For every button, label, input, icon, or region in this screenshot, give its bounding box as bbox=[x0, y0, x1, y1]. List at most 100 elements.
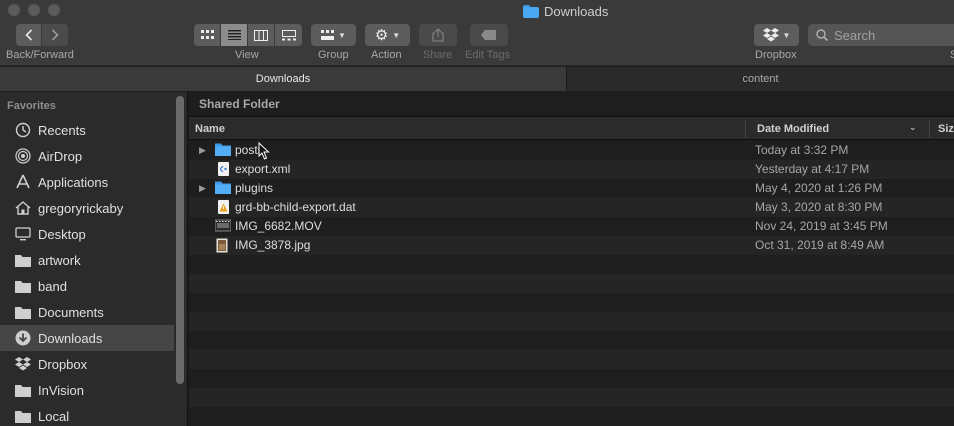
sidebar-item-band[interactable]: band bbox=[0, 273, 174, 299]
group-grid-icon bbox=[321, 30, 335, 40]
view-icon-button[interactable] bbox=[194, 24, 221, 46]
sidebar-scrollbar[interactable] bbox=[176, 96, 184, 384]
gallery-icon bbox=[281, 29, 296, 40]
file-row-export-xml[interactable]: export.xml Yesterday at 4:17 PM bbox=[189, 160, 954, 179]
tab-bar: Downloads content bbox=[0, 67, 954, 91]
columns-icon bbox=[254, 29, 268, 41]
file-list-pane: Shared Folder Name Date Modified ⌄ Siz ▶… bbox=[189, 92, 954, 426]
column-size-header[interactable]: Siz bbox=[938, 123, 954, 135]
home-icon bbox=[14, 199, 32, 217]
empty-row bbox=[189, 388, 954, 407]
sidebar-item-label: AirDrop bbox=[38, 148, 83, 164]
gear-icon: ⚙ bbox=[374, 27, 389, 44]
file-date: May 3, 2020 at 8:30 PM bbox=[755, 200, 883, 214]
view-list-button[interactable] bbox=[221, 24, 248, 46]
column-date-header[interactable]: Date Modified bbox=[757, 123, 829, 135]
close-window-button[interactable] bbox=[8, 4, 20, 16]
search-input[interactable]: Search bbox=[808, 24, 954, 46]
sidebar-item-recents[interactable]: Recents bbox=[0, 117, 174, 143]
zoom-window-button[interactable] bbox=[48, 4, 60, 16]
sort-chevron-down-icon[interactable]: ⌄ bbox=[909, 122, 917, 133]
back-button[interactable] bbox=[16, 24, 42, 46]
tag-icon bbox=[481, 30, 496, 40]
file-date: Nov 24, 2019 at 3:45 PM bbox=[755, 219, 888, 233]
forward-button[interactable] bbox=[42, 24, 68, 46]
disclosure-triangle-icon[interactable]: ▶ bbox=[199, 145, 206, 156]
chevron-down-icon: ▼ bbox=[338, 30, 346, 40]
sidebar-item-label: band bbox=[38, 278, 67, 294]
sidebar-item-artwork[interactable]: artwork bbox=[0, 247, 174, 273]
group-button[interactable]: ▼ bbox=[311, 24, 356, 46]
view-gallery-button[interactable] bbox=[275, 24, 302, 46]
file-row-posts[interactable]: ▶ posts Today at 3:32 PM bbox=[189, 141, 954, 160]
tab-content[interactable]: content bbox=[567, 67, 954, 91]
sidebar-item-label: Local bbox=[38, 408, 70, 424]
file-date: May 4, 2020 at 1:26 PM bbox=[755, 181, 883, 195]
file-date: Oct 31, 2019 at 8:49 AM bbox=[755, 238, 885, 252]
sidebar-item-label: Recents bbox=[38, 122, 86, 138]
folder-icon bbox=[14, 277, 32, 295]
edit-tags-label: Edit Tags bbox=[465, 49, 511, 61]
grid-icon bbox=[200, 30, 214, 39]
column-name-header[interactable]: Name bbox=[195, 123, 225, 135]
sidebar-item-label: Dropbox bbox=[38, 356, 88, 372]
file-row-dat[interactable]: grd-bb-child-export.dat May 3, 2020 at 8… bbox=[189, 198, 954, 217]
column-header: Name Date Modified ⌄ Siz bbox=[189, 116, 954, 140]
empty-row bbox=[189, 407, 954, 426]
search-icon bbox=[816, 29, 828, 41]
column-divider[interactable] bbox=[929, 120, 930, 138]
movie-file-icon bbox=[214, 219, 232, 234]
sidebar-item-desktop[interactable]: Desktop bbox=[0, 221, 174, 247]
file-date: Yesterday at 4:17 PM bbox=[755, 162, 870, 176]
file-name: IMG_3878.jpg bbox=[235, 238, 311, 252]
folder-icon bbox=[215, 181, 231, 196]
share-button[interactable] bbox=[419, 24, 457, 46]
folder-icon bbox=[14, 303, 32, 321]
view-columns-button[interactable] bbox=[248, 24, 275, 46]
column-divider[interactable] bbox=[745, 120, 746, 138]
share-label: Share bbox=[423, 49, 453, 61]
sidebar: Favorites Recents AirDrop Applications g… bbox=[0, 92, 188, 426]
image-thumbnail-icon bbox=[215, 238, 231, 253]
view-control bbox=[194, 24, 302, 46]
dropbox-button[interactable]: ▼ bbox=[754, 24, 799, 46]
dropbox-icon bbox=[14, 355, 32, 373]
sidebar-item-documents[interactable]: Documents bbox=[0, 299, 174, 325]
file-row-jpg[interactable]: IMG_3878.jpg Oct 31, 2019 at 8:49 AM bbox=[189, 236, 954, 255]
mouse-cursor-icon bbox=[258, 142, 270, 160]
chevron-down-icon: ▼ bbox=[392, 30, 401, 40]
empty-row bbox=[189, 350, 954, 369]
chevron-down-icon: ▼ bbox=[782, 30, 791, 40]
sidebar-item-home[interactable]: gregoryrickaby bbox=[0, 195, 174, 221]
edit-tags-button[interactable] bbox=[470, 24, 508, 46]
folder-icon bbox=[14, 251, 32, 269]
tab-downloads[interactable]: Downloads bbox=[0, 67, 567, 91]
sidebar-item-airdrop[interactable]: AirDrop bbox=[0, 143, 174, 169]
chevron-right-icon bbox=[51, 29, 59, 41]
file-row-plugins[interactable]: ▶ plugins May 4, 2020 at 1:26 PM bbox=[189, 179, 954, 198]
sidebar-item-local[interactable]: Local bbox=[0, 403, 174, 426]
applications-icon bbox=[14, 173, 32, 191]
window-title-text: Downloads bbox=[544, 3, 609, 19]
empty-row bbox=[189, 255, 954, 274]
empty-row bbox=[189, 331, 954, 350]
download-icon bbox=[14, 329, 32, 347]
sidebar-item-applications[interactable]: Applications bbox=[0, 169, 174, 195]
back-forward-label: Back/Forward bbox=[6, 49, 74, 61]
action-button[interactable]: ⚙ ▼ bbox=[365, 24, 410, 46]
minimize-window-button[interactable] bbox=[28, 4, 40, 16]
empty-row bbox=[189, 274, 954, 293]
file-name: grd-bb-child-export.dat bbox=[235, 200, 356, 214]
sidebar-item-downloads[interactable]: Downloads bbox=[0, 325, 174, 351]
warning-document-icon bbox=[215, 200, 231, 215]
sidebar-item-dropbox[interactable]: Dropbox bbox=[0, 351, 174, 377]
sidebar-item-invision[interactable]: InVision bbox=[0, 377, 174, 403]
file-name: export.xml bbox=[235, 162, 291, 176]
disclosure-triangle-icon[interactable]: ▶ bbox=[199, 183, 206, 194]
file-row-mov[interactable]: IMG_6682.MOV Nov 24, 2019 at 3:45 PM bbox=[189, 217, 954, 236]
window-title: Downloads bbox=[523, 3, 608, 19]
group-label: Group bbox=[318, 49, 349, 61]
dropbox-label: Dropbox bbox=[755, 49, 797, 61]
empty-row bbox=[189, 312, 954, 331]
action-label: Action bbox=[371, 49, 402, 61]
